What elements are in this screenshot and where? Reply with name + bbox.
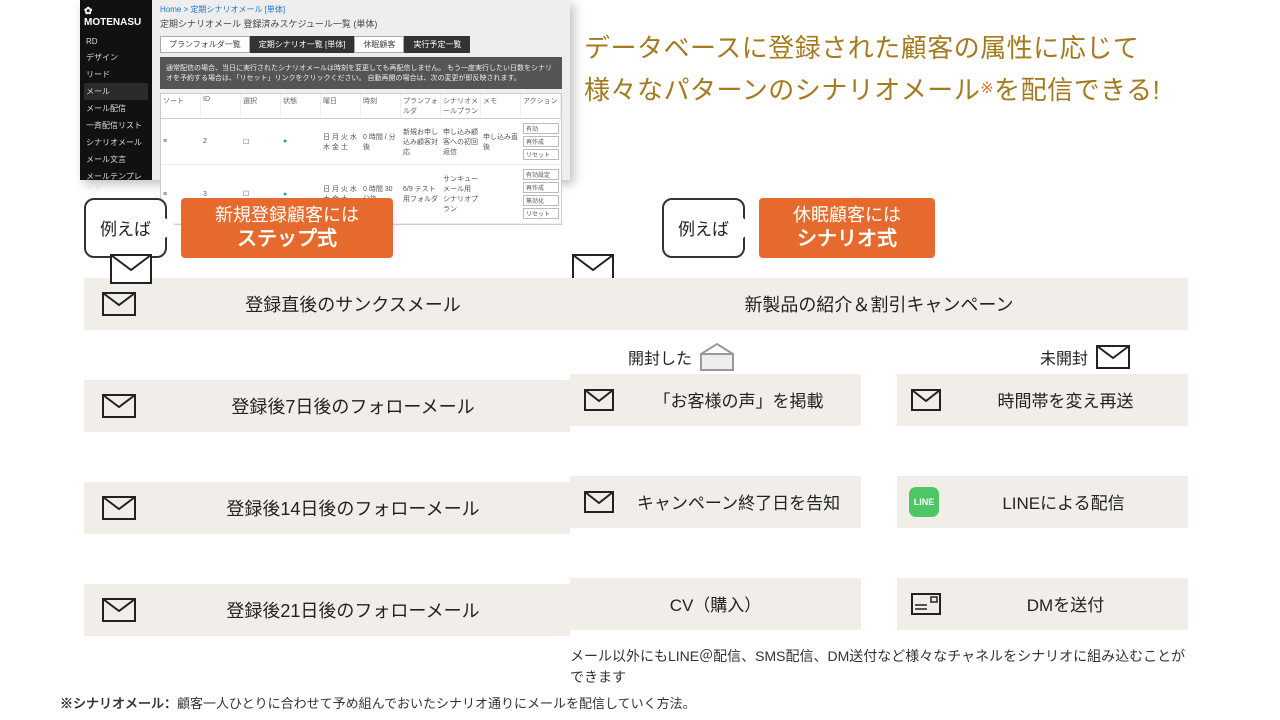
tab: 実行予定一覧 bbox=[404, 36, 470, 53]
mail-icon bbox=[102, 495, 136, 521]
pattern-scenario-box: 休眠顧客にはシナリオ式 bbox=[759, 198, 935, 258]
step-label: 登録後21日後のフォローメール bbox=[154, 597, 552, 623]
tab: 定期シナリオ一覧 [単体] bbox=[250, 36, 355, 53]
scenario-card: LINE LINEによる配信 bbox=[897, 476, 1188, 528]
scenario-card: 「お客様の声」を掲載 bbox=[570, 374, 861, 426]
brand: ✿ MOTENASU bbox=[84, 6, 148, 28]
pattern-step-box: 新規登録顧客にはステップ式 bbox=[181, 198, 393, 258]
tab: 休眠顧客 bbox=[354, 36, 404, 53]
mail-icon bbox=[582, 489, 616, 515]
mail-icon bbox=[1096, 344, 1130, 370]
tab: プランフォルダ一覧 bbox=[160, 36, 250, 53]
scenario-card: DMを送付 bbox=[897, 578, 1188, 630]
step-label: 登録後7日後のフォローメール bbox=[154, 393, 552, 419]
mail-icon bbox=[582, 387, 616, 413]
speech-bubble: 例えば bbox=[84, 198, 167, 258]
scenario-card: キャンペーン終了日を告知 bbox=[570, 476, 861, 528]
step-label: 登録直後のサンクスメール bbox=[154, 291, 552, 317]
screenshot-main: Home > 定期シナリオメール [単体] 定期シナリオメール 登録済みスケジュ… bbox=[152, 0, 570, 180]
scenario-top-card: 新製品の紹介＆割引キャンペーン bbox=[570, 278, 1188, 330]
mail-icon bbox=[102, 597, 136, 623]
step-card: 登録後21日後のフォローメール bbox=[84, 584, 570, 636]
scenario-top-label: 新製品の紹介＆割引キャンペーン bbox=[588, 291, 1170, 317]
step-card: 登録後7日後のフォローメール bbox=[84, 380, 570, 432]
line-icon: LINE bbox=[909, 487, 939, 517]
open-mail-icon bbox=[700, 344, 734, 370]
speech-bubble: 例えば bbox=[662, 198, 745, 258]
step-card: 登録後14日後のフォローメール bbox=[84, 482, 570, 534]
branch-open-label: 開封した bbox=[628, 345, 692, 369]
channel-footnote: メール以外にもLINE＠配信、SMS配信、DM送付など様々なチャネルをシナリオに… bbox=[570, 646, 1188, 688]
admin-screenshot: ✿ MOTENASU RD デザイン リード メール メール配信 一斉配信リスト… bbox=[80, 0, 570, 180]
notice: 通常配信の場合、当日に実行されたシナリオメールは時刻を変更しても再配信しません。… bbox=[160, 57, 562, 89]
screenshot-sidebar: ✿ MOTENASU RD デザイン リード メール メール配信 一斉配信リスト… bbox=[80, 0, 152, 180]
scenario-card: 時間帯を変え再送 bbox=[897, 374, 1188, 426]
scenario-card: CV（購入） bbox=[570, 578, 861, 630]
branch-closed: 未開封 bbox=[1040, 344, 1130, 370]
page-title: 定期シナリオメール 登録済みスケジュール一覧 (単体) bbox=[160, 17, 562, 30]
breadcrumb: Home > 定期シナリオメール [単体] bbox=[160, 4, 562, 15]
step-label: 登録後14日後のフォローメール bbox=[154, 495, 552, 521]
mail-icon bbox=[110, 254, 152, 284]
branch-closed-label: 未開封 bbox=[1040, 345, 1088, 369]
postcard-icon bbox=[909, 591, 943, 617]
connector-line bbox=[282, 308, 284, 606]
step-card: 登録直後のサンクスメール bbox=[84, 278, 570, 330]
mail-icon bbox=[909, 387, 943, 413]
branch-open: 開封した bbox=[628, 344, 734, 370]
headline: データベースに登録された顧客の属性に応じて 様々なパターンのシナリオメール※を配… bbox=[584, 28, 1264, 111]
note-marker: ※ bbox=[980, 80, 994, 97]
mail-icon bbox=[102, 393, 136, 419]
footnote: ※シナリオメール：顧客一人ひとりに合わせて予め組んでおいたシナリオ通りにメールを… bbox=[60, 693, 696, 712]
mail-icon bbox=[102, 291, 136, 317]
